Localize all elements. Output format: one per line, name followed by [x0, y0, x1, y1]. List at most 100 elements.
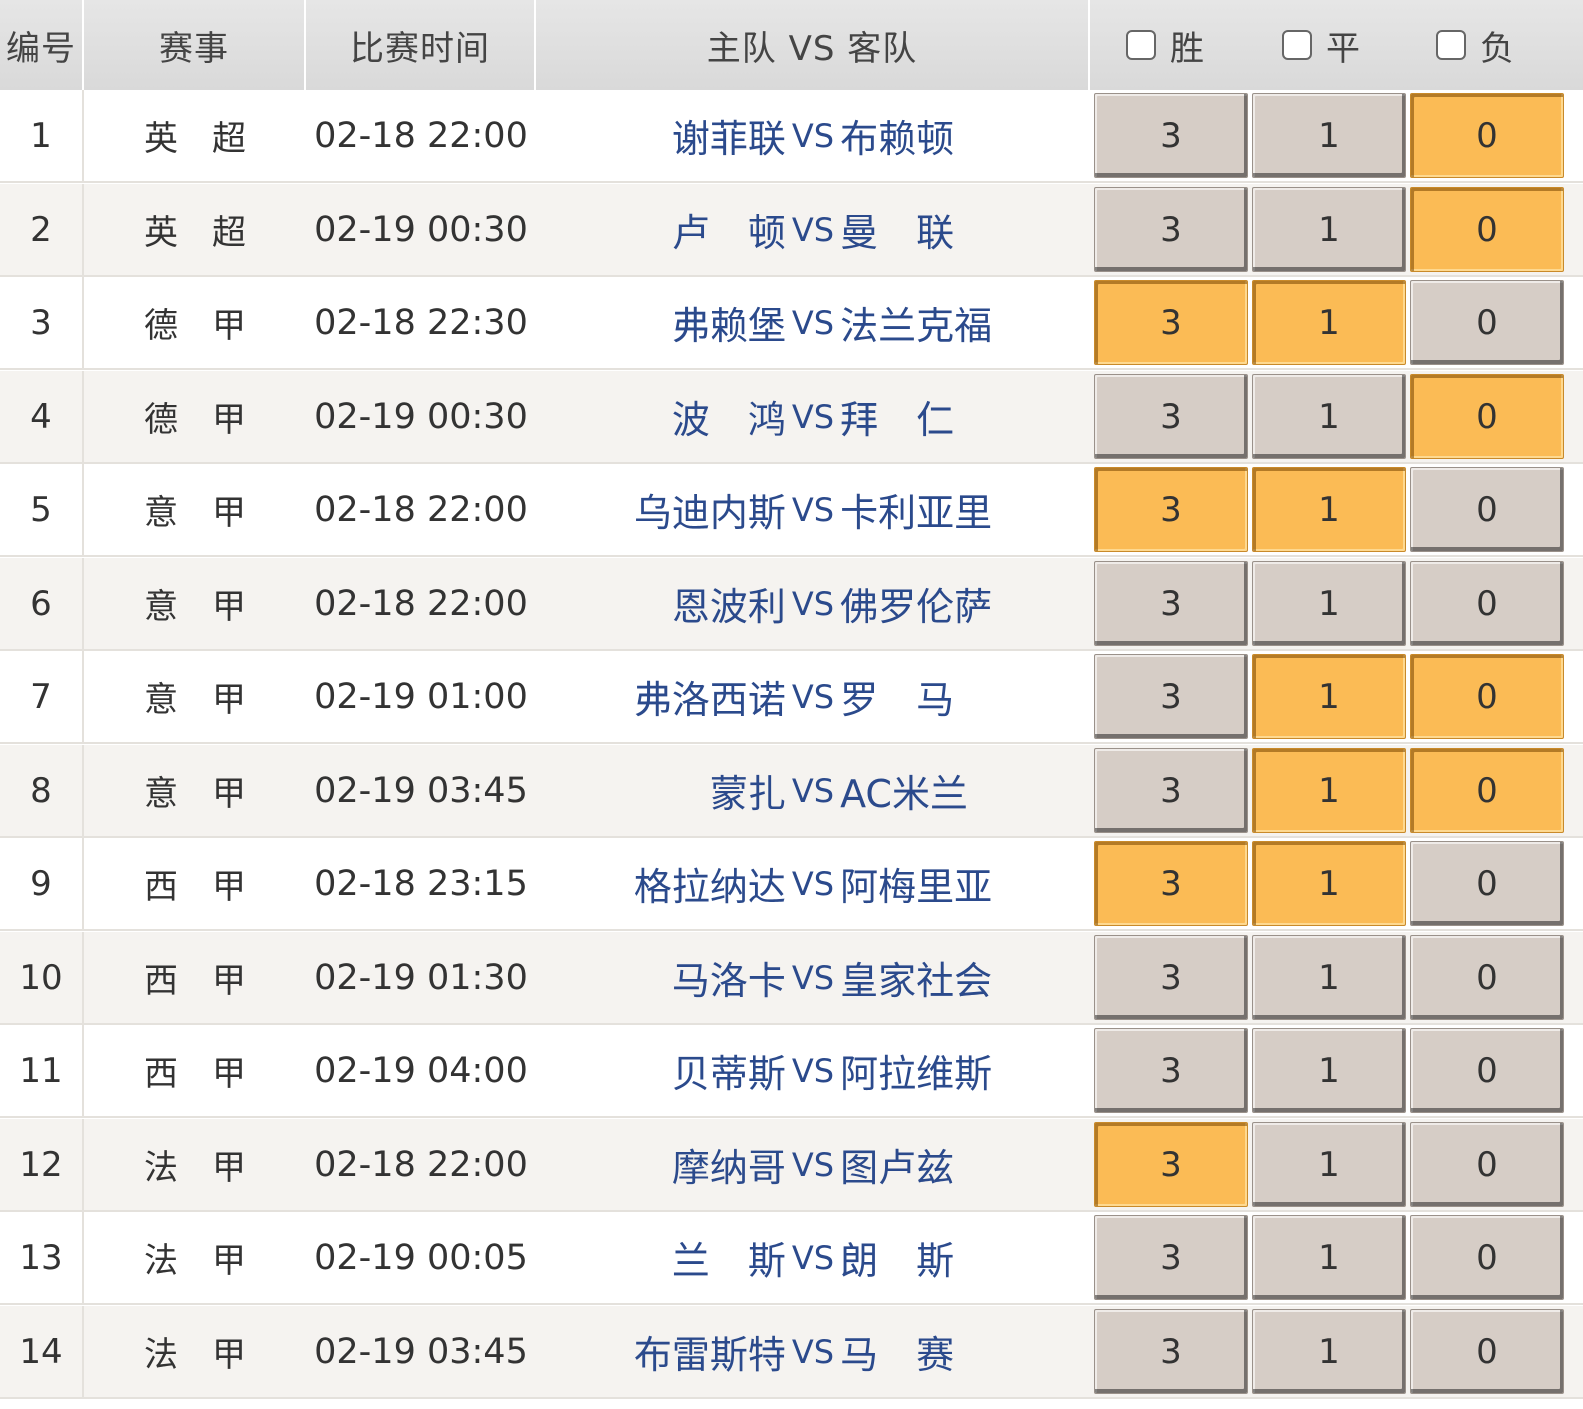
- win-pick-button[interactable]: 3: [1094, 280, 1248, 365]
- table-row: 2 英超 02-19 00:30 卢 顿 VS 曼 联310: [0, 184, 1583, 277]
- win-pick-button[interactable]: 3: [1094, 93, 1248, 178]
- win-pick-button[interactable]: 3: [1094, 374, 1248, 459]
- draw-pick-button[interactable]: 1: [1252, 748, 1406, 833]
- draw-pick-button[interactable]: 1: [1252, 1309, 1406, 1394]
- draw-pick-button[interactable]: 1: [1252, 93, 1406, 178]
- table-row: 4 德甲 02-19 00:30 波 鸿 VS 拜 仁310: [0, 371, 1583, 464]
- match-number: 12: [0, 1119, 84, 1210]
- win-pick-button[interactable]: 3: [1094, 1215, 1248, 1300]
- league-name: 意甲: [144, 493, 280, 533]
- away-team: 布赖顿: [840, 117, 955, 161]
- loss-pick-button[interactable]: 0: [1410, 374, 1564, 459]
- loss-pick-button[interactable]: 0: [1410, 1122, 1564, 1207]
- draw-pick-button[interactable]: 1: [1252, 561, 1406, 646]
- header-league: 赛事: [84, 0, 306, 90]
- win-pick-button[interactable]: 3: [1094, 1028, 1248, 1113]
- match-teams: 蒙扎 VS AC米兰: [536, 745, 1090, 836]
- loss-pick-button[interactable]: 0: [1410, 1215, 1564, 1300]
- draw-checkbox[interactable]: [1282, 30, 1312, 60]
- draw-pick-button[interactable]: 1: [1252, 935, 1406, 1020]
- draw-pick-button[interactable]: 1: [1252, 1122, 1406, 1207]
- match-number: 7: [0, 651, 84, 742]
- loss-checkbox[interactable]: [1436, 30, 1466, 60]
- away-team: 阿梅里亚: [840, 865, 993, 909]
- match-time: 02-18 22:00: [314, 115, 528, 156]
- away-team: 图卢兹: [840, 1146, 955, 1190]
- draw-pick-button[interactable]: 1: [1252, 374, 1406, 459]
- match-teams: 谢菲联 VS 布赖顿: [536, 90, 1090, 181]
- match-time: 02-18 23:15: [314, 863, 528, 904]
- vs-label: VS: [791, 771, 835, 810]
- draw-pick-button[interactable]: 1: [1252, 1215, 1406, 1300]
- draw-pick-button[interactable]: 1: [1252, 841, 1406, 926]
- loss-pick-button[interactable]: 0: [1410, 561, 1564, 646]
- draw-pick-button[interactable]: 1: [1252, 654, 1406, 739]
- home-team: 卢 顿: [671, 211, 786, 255]
- draw-pick-button[interactable]: 1: [1252, 467, 1406, 552]
- draw-pick-button[interactable]: 1: [1252, 280, 1406, 365]
- vs-label: VS: [791, 116, 835, 155]
- league-name: 英超: [144, 119, 280, 159]
- vs-label: VS: [791, 864, 835, 903]
- loss-pick-button[interactable]: 0: [1410, 1028, 1564, 1113]
- table-row: 12 法甲 02-18 22:00 摩纳哥 VS 图卢兹 3 1 0: [0, 1119, 1583, 1212]
- match-time: 02-19 00:30: [314, 396, 528, 437]
- win-pick-button[interactable]: 3: [1094, 654, 1248, 739]
- league-name: 德甲: [144, 400, 280, 440]
- home-team: 摩纳哥: [671, 1146, 786, 1190]
- away-team: 曼 联: [840, 211, 955, 255]
- away-team: 佛罗伦萨: [840, 585, 993, 629]
- win-pick-button[interactable]: 3: [1094, 467, 1248, 552]
- header-number: 编号: [0, 0, 84, 90]
- loss-pick-button[interactable]: 0: [1410, 748, 1564, 833]
- match-teams: 乌迪内斯 VS 卡利亚里: [536, 464, 1090, 555]
- vs-label: VS: [791, 677, 835, 716]
- table-row: 11 西甲 02-19 04:00 贝蒂斯 VS 阿拉维斯 3 1 0: [0, 1025, 1583, 1118]
- match-teams: 弗赖堡 VS 法兰克福: [536, 277, 1090, 368]
- match-time: 02-18 22:30: [314, 302, 528, 343]
- win-pick-button[interactable]: 3: [1094, 187, 1248, 272]
- draw-pick-button[interactable]: 1: [1252, 187, 1406, 272]
- win-pick-button[interactable]: 3: [1094, 1309, 1248, 1394]
- header-loss[interactable]: 负: [1436, 0, 1514, 90]
- win-pick-button[interactable]: 3: [1094, 561, 1248, 646]
- home-team: 贝蒂斯: [671, 1052, 786, 1096]
- match-teams: 格拉纳达 VS 阿梅里亚: [536, 838, 1090, 929]
- match-teams: 卢 顿 VS 曼 联: [536, 184, 1090, 275]
- league-name: 西甲: [144, 867, 280, 907]
- match-time: 02-19 01:30: [314, 957, 528, 998]
- away-team: 拜 仁: [840, 398, 955, 442]
- match-time: 02-18 22:00: [314, 489, 528, 530]
- match-time: 02-18 22:00: [314, 583, 528, 624]
- loss-pick-button[interactable]: 0: [1410, 280, 1564, 365]
- loss-pick-button[interactable]: 0: [1410, 467, 1564, 552]
- header-time: 比赛时间: [306, 0, 536, 90]
- win-pick-button[interactable]: 3: [1094, 748, 1248, 833]
- loss-pick-button[interactable]: 0: [1410, 654, 1564, 739]
- loss-pick-button[interactable]: 0: [1410, 1309, 1564, 1394]
- away-team: 罗 马: [840, 678, 955, 722]
- table-row: 14 法甲 02-19 03:45 布雷斯特 VS 马 赛310: [0, 1306, 1583, 1399]
- loss-pick-button[interactable]: 0: [1410, 187, 1564, 272]
- home-team: 马洛卡: [671, 959, 786, 1003]
- home-team: 谢菲联: [671, 117, 786, 161]
- win-checkbox[interactable]: [1126, 30, 1156, 60]
- win-pick-button[interactable]: 3: [1094, 1122, 1248, 1207]
- away-team: AC米兰: [840, 772, 968, 816]
- match-teams: 恩波利 VS 佛罗伦萨: [536, 558, 1090, 649]
- vs-label: VS: [791, 210, 835, 249]
- loss-pick-button[interactable]: 0: [1410, 93, 1564, 178]
- league-name: 西甲: [144, 961, 280, 1001]
- match-number: 8: [0, 745, 84, 836]
- win-pick-button[interactable]: 3: [1094, 841, 1248, 926]
- home-team: 蒙扎: [709, 772, 786, 816]
- table-row: 9 西甲 02-18 23:15 格拉纳达 VS 阿梅里亚 3 1 0: [0, 838, 1583, 931]
- home-team: 波 鸿: [671, 398, 786, 442]
- loss-pick-button[interactable]: 0: [1410, 935, 1564, 1020]
- draw-pick-button[interactable]: 1: [1252, 1028, 1406, 1113]
- win-pick-button[interactable]: 3: [1094, 935, 1248, 1020]
- match-time: 02-19 03:45: [314, 770, 528, 811]
- header-draw[interactable]: 平: [1282, 0, 1360, 90]
- loss-pick-button[interactable]: 0: [1410, 841, 1564, 926]
- header-win[interactable]: 胜: [1126, 0, 1204, 90]
